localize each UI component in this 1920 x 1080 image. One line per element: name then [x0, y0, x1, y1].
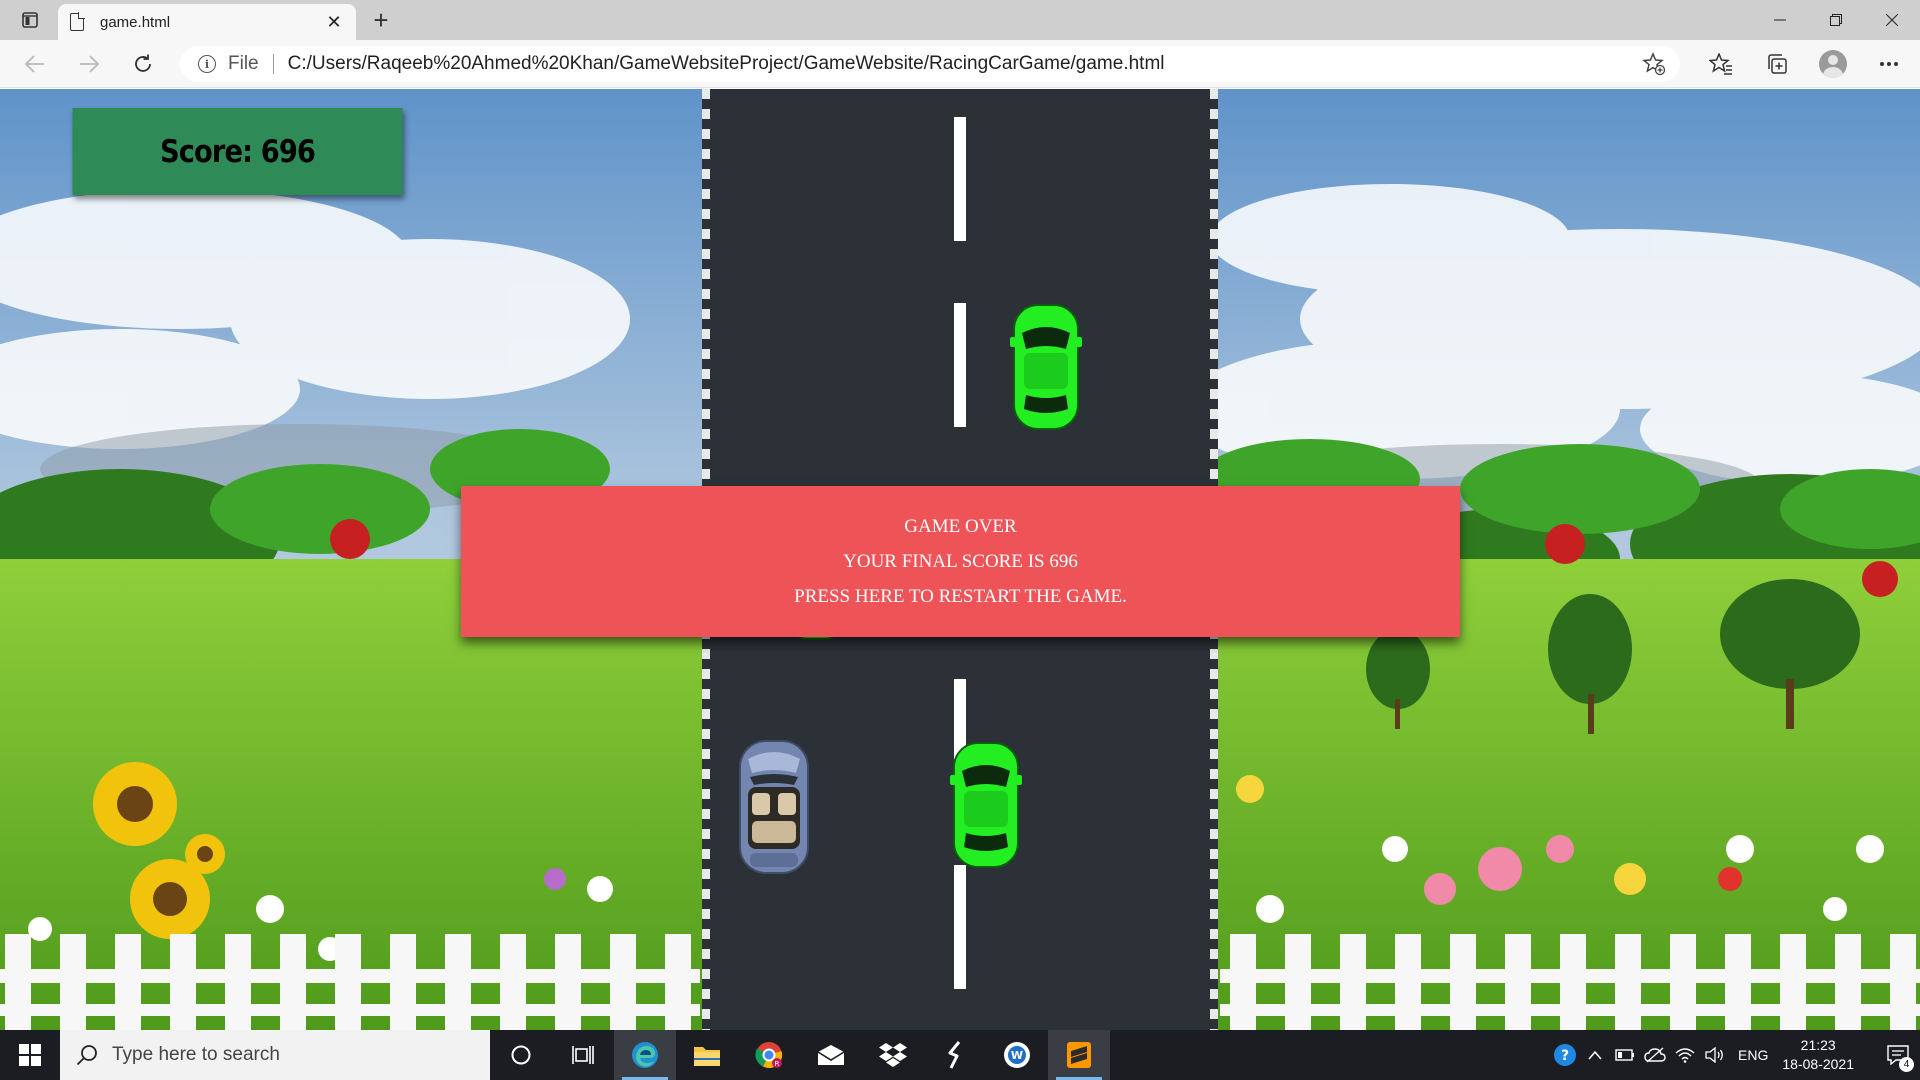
chevron-up-icon[interactable]: [1580, 1030, 1610, 1080]
window-controls: [1752, 0, 1920, 40]
cortana-icon[interactable]: [490, 1030, 552, 1080]
sublime-text-icon[interactable]: [1048, 1030, 1110, 1080]
clock[interactable]: 21:23 18-08-2021: [1782, 1036, 1854, 1074]
tab-title: game.html: [100, 13, 171, 31]
browser-toolbar: [1704, 48, 1906, 80]
cloud-icon[interactable]: [1640, 1030, 1670, 1080]
more-options-icon[interactable]: [1872, 48, 1906, 80]
collections-icon[interactable]: [1760, 48, 1794, 80]
score-display: Score: 696: [72, 108, 403, 195]
volume-icon[interactable]: [1700, 1030, 1730, 1080]
search-icon: [76, 1045, 97, 1066]
enemy-car: [1010, 304, 1082, 430]
svg-text:?: ?: [1561, 1048, 1569, 1064]
add-favorite-icon[interactable]: [1642, 52, 1666, 82]
battery-icon[interactable]: [1610, 1030, 1640, 1080]
notification-center-icon[interactable]: 4: [1876, 1030, 1920, 1080]
svg-text:R: R: [775, 1060, 780, 1068]
restart-prompt[interactable]: PRESS HERE TO RESTART THE GAME.: [794, 586, 1127, 608]
forward-button[interactable]: [74, 50, 104, 78]
clock-date: 18-08-2021: [1782, 1056, 1854, 1072]
final-score-text: YOUR FINAL SCORE IS 696: [843, 550, 1078, 572]
scheme-label: File: [228, 53, 259, 74]
document-icon: [70, 12, 85, 31]
minimize-button[interactable]: [1752, 0, 1808, 40]
browser-tab-bar: game.html ✕ +: [0, 0, 1920, 40]
taskbar-search[interactable]: Type here to search: [60, 1030, 490, 1080]
lane-line: [954, 117, 966, 241]
lane-line: [954, 865, 966, 989]
game-over-title: GAME OVER: [904, 515, 1017, 537]
start-button[interactable]: [0, 1030, 60, 1080]
app-w-icon[interactable]: W: [986, 1030, 1048, 1080]
wifi-icon[interactable]: [1670, 1030, 1700, 1080]
player-car: [739, 740, 809, 874]
notification-count-badge: 4: [1899, 1057, 1914, 1072]
browser-address-bar: i File C:/Users/Raqeeb%20Ahmed%20Khan/Ga…: [0, 40, 1920, 88]
edge-browser-icon[interactable]: [614, 1030, 676, 1080]
restore-button[interactable]: [1808, 0, 1864, 40]
back-button[interactable]: [20, 50, 50, 78]
windows-logo-icon: [19, 1044, 41, 1066]
dropbox-icon[interactable]: [862, 1030, 924, 1080]
new-tab-button[interactable]: +: [366, 4, 396, 36]
url-text: C:/Users/Raqeeb%20Ahmed%20Khan/GameWebsi…: [287, 53, 1165, 74]
browser-tab[interactable]: game.html ✕: [58, 4, 356, 40]
address-separator: [272, 54, 274, 74]
chrome-icon[interactable]: R: [738, 1030, 800, 1080]
help-icon[interactable]: ?: [1550, 1030, 1580, 1080]
mail-icon[interactable]: [800, 1030, 862, 1080]
avatar: [1819, 50, 1847, 78]
dev-tool-icon[interactable]: [924, 1030, 986, 1080]
profile-avatar[interactable]: [1816, 48, 1850, 80]
favorites-icon[interactable]: [1704, 48, 1738, 80]
refresh-button[interactable]: [128, 50, 158, 78]
close-window-button[interactable]: [1864, 0, 1920, 40]
file-explorer-icon[interactable]: [676, 1030, 738, 1080]
taskbar: Type here to search R W ? ENG 21:23 18-0…: [0, 1030, 1920, 1080]
lane-line: [954, 303, 966, 427]
svg-text:W: W: [1011, 1049, 1023, 1062]
tab-actions-icon[interactable]: [14, 8, 46, 32]
task-view-icon[interactable]: [552, 1030, 614, 1080]
game-over-panel[interactable]: GAME OVER YOUR FINAL SCORE IS 696 PRESS …: [461, 486, 1460, 637]
enemy-car: [950, 742, 1022, 868]
game-viewport: Score: 696 GAME OVER YOUR FINAL SCORE IS…: [0, 89, 1920, 1030]
language-indicator[interactable]: ENG: [1738, 1047, 1768, 1063]
system-tray: ? ENG 21:23 18-08-2021 4: [1550, 1030, 1920, 1080]
clock-time: 21:23: [1800, 1037, 1836, 1053]
info-icon[interactable]: i: [198, 55, 216, 73]
close-tab-icon[interactable]: ✕: [324, 12, 344, 33]
search-placeholder: Type here to search: [112, 1044, 280, 1065]
address-input[interactable]: i File C:/Users/Raqeeb%20Ahmed%20Khan/Ga…: [180, 46, 1680, 82]
